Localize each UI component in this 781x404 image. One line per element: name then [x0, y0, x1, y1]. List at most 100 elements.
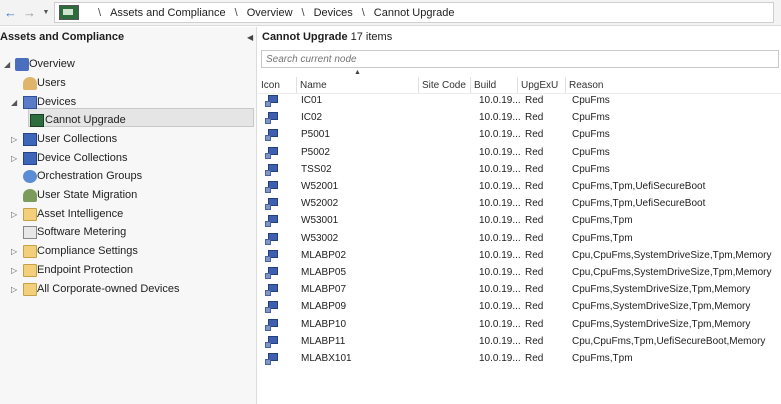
- device-icon: [265, 95, 278, 107]
- column-header-icon[interactable]: Icon: [258, 77, 297, 93]
- table-row[interactable]: MLABP07 10.0.19... Red CpuFms,SystemDriveSi…: [258, 282, 781, 299]
- column-header-name[interactable]: Name: [297, 77, 419, 93]
- table-row[interactable]: MLABP11 10.0.19... Red Cpu,CpuFms,Tpm,UefiS…: [258, 334, 781, 351]
- device-upgexu: Red: [525, 215, 544, 227]
- tree-item-asset-intelligence[interactable]: ▷ Asset Intelligence: [0, 206, 250, 224]
- expand-chevron-icon[interactable]: ▷: [11, 285, 17, 294]
- device-name: MLABP11: [301, 335, 346, 347]
- device-name: W52001: [301, 181, 339, 192]
- device-upgexu: Red: [525, 198, 544, 210]
- device-name: IC01: [301, 95, 323, 106]
- device-icon: [265, 146, 278, 159]
- table-row[interactable]: MLABP10 10.0.19... Red CpuFms,SystemDriveSi…: [258, 317, 781, 334]
- breadcrumb-devices[interactable]: Devices: [314, 7, 353, 19]
- tree-item-overview[interactable]: ◢ Overview: [0, 56, 250, 74]
- table-row[interactable]: W52002 10.0.19... Red CpuFms,Tpm,UefiSecure…: [258, 196, 781, 213]
- device-upgexu: Red: [525, 163, 544, 175]
- expand-chevron-icon[interactable]: ▷: [11, 247, 17, 256]
- device-reason: CpuFms: [572, 146, 610, 158]
- device-reason: CpuFms,SystemDriveSize,Tpm,Memory: [572, 301, 751, 313]
- table-row[interactable]: P5002 10.0.19... Red CpuFms: [258, 145, 781, 162]
- tree-item-orchestration-groups[interactable]: Orchestration Groups: [0, 168, 250, 186]
- device-build: 10.0.19...: [479, 129, 521, 141]
- back-arrow-icon[interactable]: ←: [2, 4, 19, 21]
- breadcrumb-assets-and-compliance[interactable]: Assets and Compliance: [110, 7, 226, 19]
- column-header-upgexu[interactable]: UpgExU: [518, 77, 566, 93]
- table-row[interactable]: IC02 10.0.19... Red CpuFms: [258, 110, 781, 127]
- column-header-reason[interactable]: Reason: [566, 77, 781, 93]
- expand-chevron-icon[interactable]: ▷: [11, 135, 17, 144]
- device-icon: [265, 249, 278, 262]
- device-reason: CpuFms: [572, 129, 610, 141]
- device-build: 10.0.19...: [479, 301, 521, 313]
- metering-icon: [23, 226, 37, 239]
- device-name: MLABP07: [301, 284, 347, 296]
- device-name: MLABP05: [301, 267, 347, 278]
- results-pane: Cannot Upgrade 17 items ▲ Icon Name Site…: [258, 27, 781, 404]
- table-row[interactable]: W53001 10.0.19... Red CpuFms,Tpm: [258, 213, 781, 230]
- tree-item-cannot-upgrade[interactable]: Cannot Upgrade: [0, 112, 250, 130]
- device-reason: Cpu,CpuFms,SystemDriveSize,Tpm,Memory: [572, 267, 772, 278]
- folder-icon: [23, 208, 37, 221]
- tree-item-label: Software Metering: [37, 226, 127, 238]
- table-row[interactable]: IC01 10.0.19... Red CpuFms: [258, 93, 781, 110]
- breadcrumb: \ Assets and Compliance \ Overview \ Dev…: [54, 2, 774, 23]
- device-reason: CpuFms: [572, 95, 610, 106]
- device-name: MLABP09: [301, 301, 347, 313]
- tree-item-endpoint-protection[interactable]: ▷ Endpoint Protection: [0, 262, 250, 280]
- tree-item-devices[interactable]: ◢ Devices: [0, 94, 250, 112]
- breadcrumb-separator: \: [301, 6, 305, 19]
- device-name: W53002: [301, 232, 339, 244]
- search-input[interactable]: [261, 50, 779, 68]
- overview-icon: [15, 58, 29, 71]
- device-reason: CpuFms,Tpm: [572, 353, 633, 364]
- tree-item-device-collections[interactable]: ▷ Device Collections: [0, 150, 250, 168]
- table-row[interactable]: TSS02 10.0.19... Red CpuFms: [258, 162, 781, 179]
- console-root-icon[interactable]: [59, 5, 79, 20]
- device-icon: [265, 181, 278, 193]
- tree-item-compliance-settings[interactable]: ▷ Compliance Settings: [0, 243, 250, 261]
- device-icon: [265, 198, 278, 211]
- expand-chevron-icon[interactable]: ▷: [11, 154, 17, 163]
- device-icon: [265, 163, 278, 176]
- device-upgexu: Red: [525, 267, 544, 278]
- breadcrumb-cannot-upgrade[interactable]: Cannot Upgrade: [374, 7, 455, 19]
- device-reason: CpuFms: [572, 163, 610, 175]
- devices-icon: [23, 96, 37, 109]
- tree-item-users[interactable]: Users: [0, 75, 250, 93]
- table-row[interactable]: W52001 10.0.19... Red CpuFms,Tpm,UefiSecure…: [258, 179, 781, 196]
- tree-item-software-metering[interactable]: Software Metering: [0, 224, 250, 242]
- expand-chevron-icon[interactable]: ◢: [4, 60, 10, 69]
- breadcrumb-overview[interactable]: Overview: [247, 7, 293, 19]
- table-row[interactable]: MLABP02 10.0.19... Red Cpu,CpuFms,SystemDri…: [258, 248, 781, 265]
- tree-item-user-state-migration[interactable]: User State Migration: [0, 187, 250, 205]
- table-row[interactable]: P5001 10.0.19... Red CpuFms: [258, 127, 781, 144]
- expand-chevron-icon[interactable]: ▷: [11, 210, 17, 219]
- table-row[interactable]: MLABP09 10.0.19... Red CpuFms,SystemDriveSi…: [258, 299, 781, 316]
- table-row[interactable]: MLABP05 10.0.19... Red Cpu,CpuFms,SystemDri…: [258, 265, 781, 282]
- history-dropdown-icon[interactable]: ▼: [41, 4, 51, 21]
- device-upgexu: Red: [525, 129, 544, 141]
- navigation-bar: ← → ▼ \ Assets and Compliance \ Overview…: [0, 0, 781, 26]
- tree-item-user-collections[interactable]: ▷ User Collections: [0, 131, 250, 149]
- expand-chevron-icon[interactable]: ◢: [11, 98, 17, 107]
- device-upgexu: Red: [525, 232, 544, 244]
- tree-item-all-corporate-owned-devices[interactable]: ▷ All Corporate-owned Devices: [0, 281, 250, 299]
- collapse-pane-icon[interactable]: ◀: [247, 33, 253, 42]
- device-name: MLABP02: [301, 249, 347, 261]
- column-header-site-code[interactable]: Site Code: [419, 77, 471, 93]
- tree-item-label: Device Collections: [37, 152, 128, 164]
- table-row[interactable]: W53002 10.0.19... Red CpuFms,Tpm: [258, 231, 781, 248]
- table-row[interactable]: MLABX101 10.0.19... Red CpuFms,Tpm: [258, 351, 781, 368]
- device-build: 10.0.19...: [479, 335, 521, 347]
- results-title: Cannot Upgrade: [262, 31, 348, 43]
- device-upgexu: Red: [525, 146, 544, 158]
- device-collections-icon: [23, 152, 37, 165]
- column-header-build[interactable]: Build: [471, 77, 518, 93]
- forward-arrow-icon[interactable]: →: [21, 4, 38, 21]
- expand-chevron-icon[interactable]: ▷: [11, 266, 17, 275]
- folder-icon: [23, 283, 37, 296]
- results-header: Cannot Upgrade 17 items: [262, 31, 392, 43]
- device-icon: [265, 301, 278, 314]
- device-name: P5001: [301, 129, 330, 141]
